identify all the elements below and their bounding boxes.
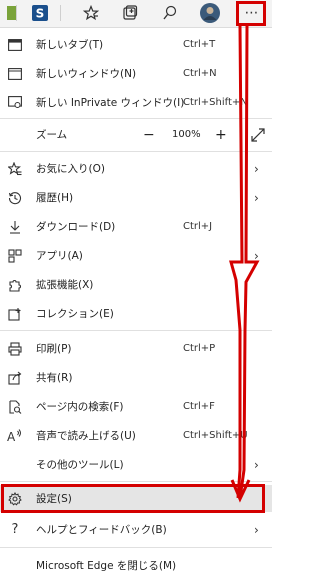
menu-divider bbox=[0, 151, 272, 152]
printer-icon bbox=[6, 340, 24, 358]
menu-item-label: お気に入り(O) bbox=[36, 163, 105, 175]
history-icon bbox=[6, 189, 24, 207]
menu-item-label: 新しい InPrivate ウィンドウ(I) bbox=[36, 97, 185, 109]
inprivate-icon bbox=[6, 94, 24, 112]
gear-icon bbox=[6, 490, 24, 508]
menu-item-find[interactable]: ページ内の検索(F) Ctrl+F bbox=[0, 392, 272, 421]
menu-item-print[interactable]: 印刷(P) Ctrl+P bbox=[0, 334, 272, 363]
collections-icon bbox=[6, 305, 24, 323]
toolbar-divider bbox=[60, 5, 61, 21]
chevron-right-icon: › bbox=[254, 248, 259, 263]
chevron-right-icon: › bbox=[254, 161, 259, 176]
menu-item-more-tools[interactable]: その他のツール(L) › bbox=[0, 450, 272, 479]
shortcut-text: Ctrl+Shift+U bbox=[183, 430, 248, 441]
menu-item-read-aloud[interactable]: A 音声で読み上げる(U) Ctrl+Shift+U bbox=[0, 421, 272, 450]
menu-item-downloads[interactable]: ダウンロード(D) Ctrl+J bbox=[0, 212, 272, 241]
browser-toolbar: S ⋯ bbox=[0, 0, 272, 28]
menu-item-new-tab[interactable]: 新しいタブ(T) Ctrl+T bbox=[0, 30, 272, 59]
more-menu-icon: ⋯ bbox=[244, 5, 260, 21]
help-icon: ? bbox=[11, 522, 19, 537]
toolbar-divider bbox=[16, 5, 17, 21]
menu-divider bbox=[0, 118, 272, 119]
svg-text:S: S bbox=[36, 7, 45, 21]
shortcut-text: Ctrl+J bbox=[183, 221, 213, 232]
menu-item-collections[interactable]: コレクション(E) bbox=[0, 299, 272, 328]
new-tab-icon bbox=[6, 36, 24, 54]
menu-item-favorites[interactable]: お気に入り(O) › bbox=[0, 154, 272, 183]
menu-item-label: その他のツール(L) bbox=[36, 459, 124, 471]
more-menu-button[interactable]: ⋯ bbox=[240, 3, 264, 23]
menu-item-settings[interactable]: 設定(S) bbox=[0, 485, 272, 512]
apps-icon bbox=[6, 247, 24, 265]
chevron-right-icon: › bbox=[254, 522, 259, 537]
zoom-label: ズーム bbox=[36, 129, 68, 141]
menu-item-label: Microsoft Edge を閉じる(M) bbox=[36, 560, 177, 572]
shortcut-text: Ctrl+Shift+N bbox=[183, 97, 248, 108]
menu-item-zoom: ズーム − 100% + bbox=[0, 120, 272, 149]
menu-item-label: ダウンロード(D) bbox=[36, 221, 116, 233]
download-icon bbox=[6, 218, 24, 236]
feedback-icon[interactable] bbox=[160, 3, 180, 23]
zoom-out-button[interactable]: − bbox=[143, 127, 155, 143]
shortcut-text: Ctrl+N bbox=[183, 68, 217, 79]
menu-divider bbox=[0, 481, 272, 482]
share-icon bbox=[6, 369, 24, 387]
menu-item-label: アプリ(A) bbox=[36, 250, 83, 262]
menu-item-share[interactable]: 共有(R) bbox=[0, 363, 272, 392]
read-aloud-icon: A bbox=[6, 427, 24, 445]
fullscreen-icon[interactable] bbox=[250, 127, 266, 143]
menu-item-apps[interactable]: アプリ(A) › bbox=[0, 241, 272, 270]
menu-item-new-inprivate[interactable]: 新しい InPrivate ウィンドウ(I) Ctrl+Shift+N bbox=[0, 88, 272, 117]
menu-divider bbox=[0, 547, 272, 548]
chevron-right-icon: › bbox=[254, 190, 259, 205]
zoom-divider bbox=[240, 127, 241, 142]
shortcut-text: Ctrl+P bbox=[183, 343, 216, 354]
zoom-in-button[interactable]: + bbox=[215, 127, 227, 143]
puzzle-icon bbox=[6, 276, 24, 294]
menu-item-label: 履歴(H) bbox=[36, 192, 74, 204]
profile-avatar[interactable] bbox=[200, 3, 220, 23]
menu-item-label: 設定(S) bbox=[36, 493, 72, 505]
shortcut-text: Ctrl+F bbox=[183, 401, 215, 412]
zoom-level: 100% bbox=[172, 129, 201, 140]
menu-divider bbox=[0, 330, 272, 331]
shortcut-text: Ctrl+T bbox=[183, 39, 216, 50]
menu-item-extensions[interactable]: 拡張機能(X) bbox=[0, 270, 272, 299]
collections-icon[interactable] bbox=[120, 3, 140, 23]
pane-icon[interactable] bbox=[2, 3, 22, 23]
menu-item-label: コレクション(E) bbox=[36, 308, 114, 320]
menu-item-help[interactable]: ? ヘルプとフィードバック(B) › bbox=[0, 515, 272, 544]
menu-item-label: 新しいウィンドウ(N) bbox=[36, 68, 137, 80]
menu-item-label: 新しいタブ(T) bbox=[36, 39, 104, 51]
menu-item-label: ページ内の検索(F) bbox=[36, 401, 124, 413]
menu-item-history[interactable]: 履歴(H) › bbox=[0, 183, 272, 212]
menu-item-close-edge[interactable]: Microsoft Edge を閉じる(M) bbox=[0, 551, 272, 580]
new-window-icon bbox=[6, 65, 24, 83]
menu-item-label: 共有(R) bbox=[36, 372, 73, 384]
menu-item-label: ヘルプとフィードバック(B) bbox=[36, 524, 167, 536]
menu-item-label: 拡張機能(X) bbox=[36, 279, 94, 291]
s-app-icon[interactable]: S bbox=[30, 3, 50, 23]
favorites-icon bbox=[6, 160, 24, 178]
menu-item-label: 音声で読み上げる(U) bbox=[36, 430, 136, 442]
menu-item-new-window[interactable]: 新しいウィンドウ(N) Ctrl+N bbox=[0, 59, 272, 88]
find-in-page-icon bbox=[6, 398, 24, 416]
favorites-star-icon[interactable] bbox=[81, 3, 101, 23]
menu-item-label: 印刷(P) bbox=[36, 343, 72, 355]
svg-text:A: A bbox=[7, 430, 16, 443]
chevron-right-icon: › bbox=[254, 457, 259, 472]
